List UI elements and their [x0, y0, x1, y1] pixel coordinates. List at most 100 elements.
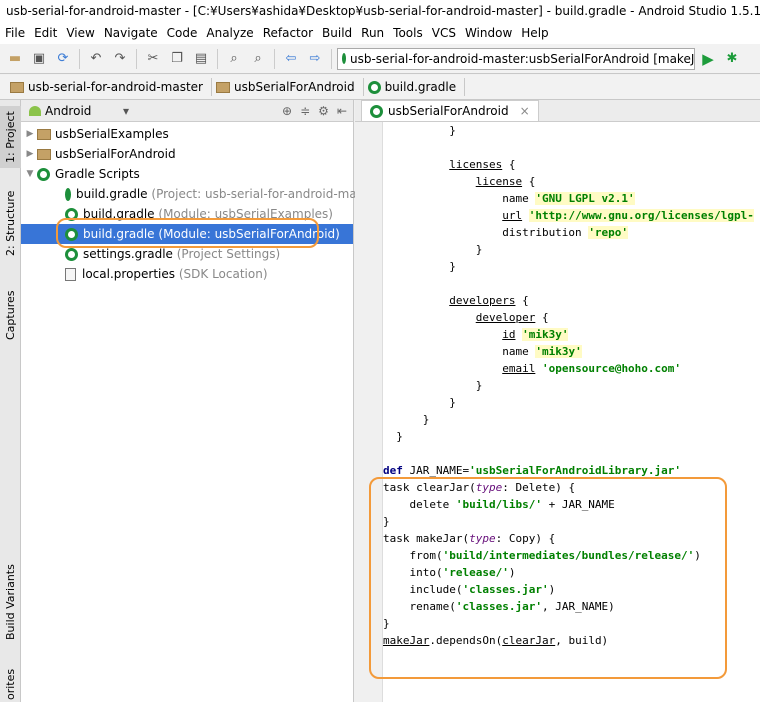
tab-usbserialforandroid[interactable]: usbSerialForAndroid × — [361, 100, 539, 121]
menu-code[interactable]: Code — [164, 24, 204, 44]
code-line: } — [383, 430, 403, 443]
menu-vcs[interactable]: VCS — [429, 24, 462, 44]
tree-item-label: local.properties — [82, 267, 176, 281]
chevron-right-icon[interactable]: ▶ — [23, 129, 37, 139]
menu-edit[interactable]: Edit — [31, 24, 63, 44]
chevron-right-icon[interactable]: ▶ — [23, 149, 37, 159]
tab-build-variants[interactable]: Build Variants — [0, 562, 21, 642]
forward-icon[interactable]: ⇨ — [304, 48, 326, 70]
breadcrumb-item-module[interactable]: usbSerialForAndroid — [212, 78, 364, 96]
code-line: } — [383, 260, 456, 273]
tree-item-local-properties[interactable]: local.properties (SDK Location) — [21, 264, 353, 284]
open-folder-icon[interactable]: ▬ — [4, 48, 26, 70]
menu-navigate[interactable]: Navigate — [101, 24, 164, 44]
save-icon[interactable]: ▣ — [28, 48, 50, 70]
back-icon[interactable]: ⇦ — [280, 48, 302, 70]
tree-item-usbserialforandroid[interactable]: ▶ usbSerialForAndroid — [21, 144, 353, 164]
code-line: id 'mik3y' — [502, 328, 569, 341]
run-icon[interactable]: ▶ — [697, 48, 719, 70]
toolbar-divider — [217, 48, 218, 69]
menu-tools[interactable]: Tools — [390, 24, 429, 44]
code-line: } — [383, 243, 483, 256]
tree-item-note: (SDK Location) — [178, 267, 268, 281]
breadcrumb-label: usb-serial-for-android-master — [28, 80, 203, 94]
menu-run[interactable]: Run — [358, 24, 390, 44]
code-line: } — [383, 413, 430, 426]
folder-icon — [10, 81, 24, 93]
tree-item-note: (Project: usb-serial-for-android-master — [151, 187, 380, 201]
gradle-icon — [367, 80, 381, 94]
gradle-icon — [370, 104, 383, 118]
window-title: usb-serial-for-android-master - [C:¥User… — [0, 0, 760, 24]
project-view-select[interactable]: Android ▾ — [29, 102, 129, 119]
locate-icon[interactable]: ⊕ — [282, 104, 292, 118]
close-icon[interactable]: × — [520, 104, 530, 118]
paste-icon[interactable]: ▤ — [190, 48, 212, 70]
tab-favorites[interactable]: orites — [0, 666, 21, 702]
menu-analyze[interactable]: Analyze — [203, 24, 259, 44]
menu-build[interactable]: Build — [319, 24, 358, 44]
project-panel: Android ▾ ⊕ ≑ ⚙ ⇤ ▶ usbSerialExamples ▶ … — [21, 100, 380, 702]
editor-tab-label: usbSerialForAndroid — [388, 104, 509, 118]
breadcrumb-label: build.gradle — [384, 80, 457, 94]
project-view-label: Android — [45, 103, 92, 118]
breadcrumb-item-project[interactable]: usb-serial-for-android-master — [6, 78, 212, 96]
code-line: licenses { — [449, 158, 516, 171]
code-line: url 'http://www.gnu.org/licenses/lgpl- — [502, 209, 754, 222]
gradle-icon — [37, 167, 50, 181]
project-tree: ▶ usbSerialExamples ▶ usbSerialForAndroi… — [21, 122, 380, 284]
code-line: developers { — [449, 294, 529, 307]
menu-help[interactable]: Help — [518, 24, 554, 44]
tree-item-label: Gradle Scripts — [55, 167, 140, 181]
file-icon — [65, 267, 76, 281]
toolbar-divider — [136, 48, 137, 69]
tree-item-usbserialexamples[interactable]: ▶ usbSerialExamples — [21, 124, 353, 144]
toolbar-divider — [331, 48, 332, 69]
tree-item-note: (Project Settings) — [176, 247, 281, 261]
redo-icon[interactable]: ↷ — [109, 48, 131, 70]
folder-icon — [215, 81, 230, 93]
gradle-icon — [65, 247, 78, 261]
breadcrumb-item-file[interactable]: build.gradle — [364, 78, 466, 96]
find-icon[interactable]: ⌕ — [223, 48, 245, 70]
sync-icon[interactable]: ⟳ — [52, 48, 74, 70]
undo-icon[interactable]: ↶ — [85, 48, 107, 70]
tree-item-label: build.gradle — [76, 187, 148, 201]
gear-icon[interactable]: ⚙ — [318, 104, 329, 118]
debug-icon[interactable]: ✱ — [721, 48, 743, 70]
selection-highlight — [56, 218, 319, 248]
editor-tabs: usbSerialForAndroid × — [355, 100, 760, 122]
code-line: name 'GNU LGPL v2.1' — [383, 192, 635, 205]
tree-item-gradle-scripts[interactable]: ▼ Gradle Scripts — [21, 164, 353, 184]
code-line: email 'opensource@hoho.com' — [502, 362, 682, 375]
tab-structure[interactable]: 2: Structure — [0, 184, 21, 262]
code-line: distribution 'repo' — [383, 226, 629, 239]
gradle-icon — [342, 53, 346, 64]
menu-view[interactable]: View — [63, 24, 100, 44]
menu-file[interactable]: File — [2, 24, 31, 44]
run-config-select[interactable]: usb-serial-for-android-master:usbSerialF… — [337, 47, 695, 70]
chevron-down-icon: ▾ — [122, 103, 129, 118]
code-line: name 'mik3y' — [383, 345, 582, 358]
breadcrumb-label: usbSerialForAndroid — [233, 80, 355, 94]
tree-item-label: usbSerialExamples — [55, 127, 169, 141]
menu-window[interactable]: Window — [462, 24, 518, 44]
tree-item-build-gradle-project[interactable]: build.gradle (Project: usb-serial-for-an… — [21, 184, 380, 204]
replace-icon[interactable]: ⌕ — [247, 48, 269, 70]
tree-item-label: settings.gradle — [83, 247, 173, 261]
project-panel-header: Android ▾ ⊕ ≑ ⚙ ⇤ — [21, 100, 353, 122]
copy-icon[interactable]: ❐ — [166, 48, 188, 70]
cut-icon[interactable]: ✂ — [142, 48, 164, 70]
chevron-down-icon[interactable]: ▼ — [23, 169, 37, 179]
hide-icon[interactable]: ⇤ — [337, 104, 347, 118]
collapse-icon[interactable]: ≑ — [300, 104, 310, 118]
code-line: license { — [475, 175, 536, 188]
toolbar-divider — [274, 48, 275, 69]
left-tool-strip: 1: Project 2: Structure Captures Build V… — [0, 100, 21, 702]
menu-refactor[interactable]: Refactor — [260, 24, 319, 44]
tab-captures[interactable]: Captures — [0, 280, 21, 350]
tab-project[interactable]: 1: Project — [0, 106, 21, 168]
